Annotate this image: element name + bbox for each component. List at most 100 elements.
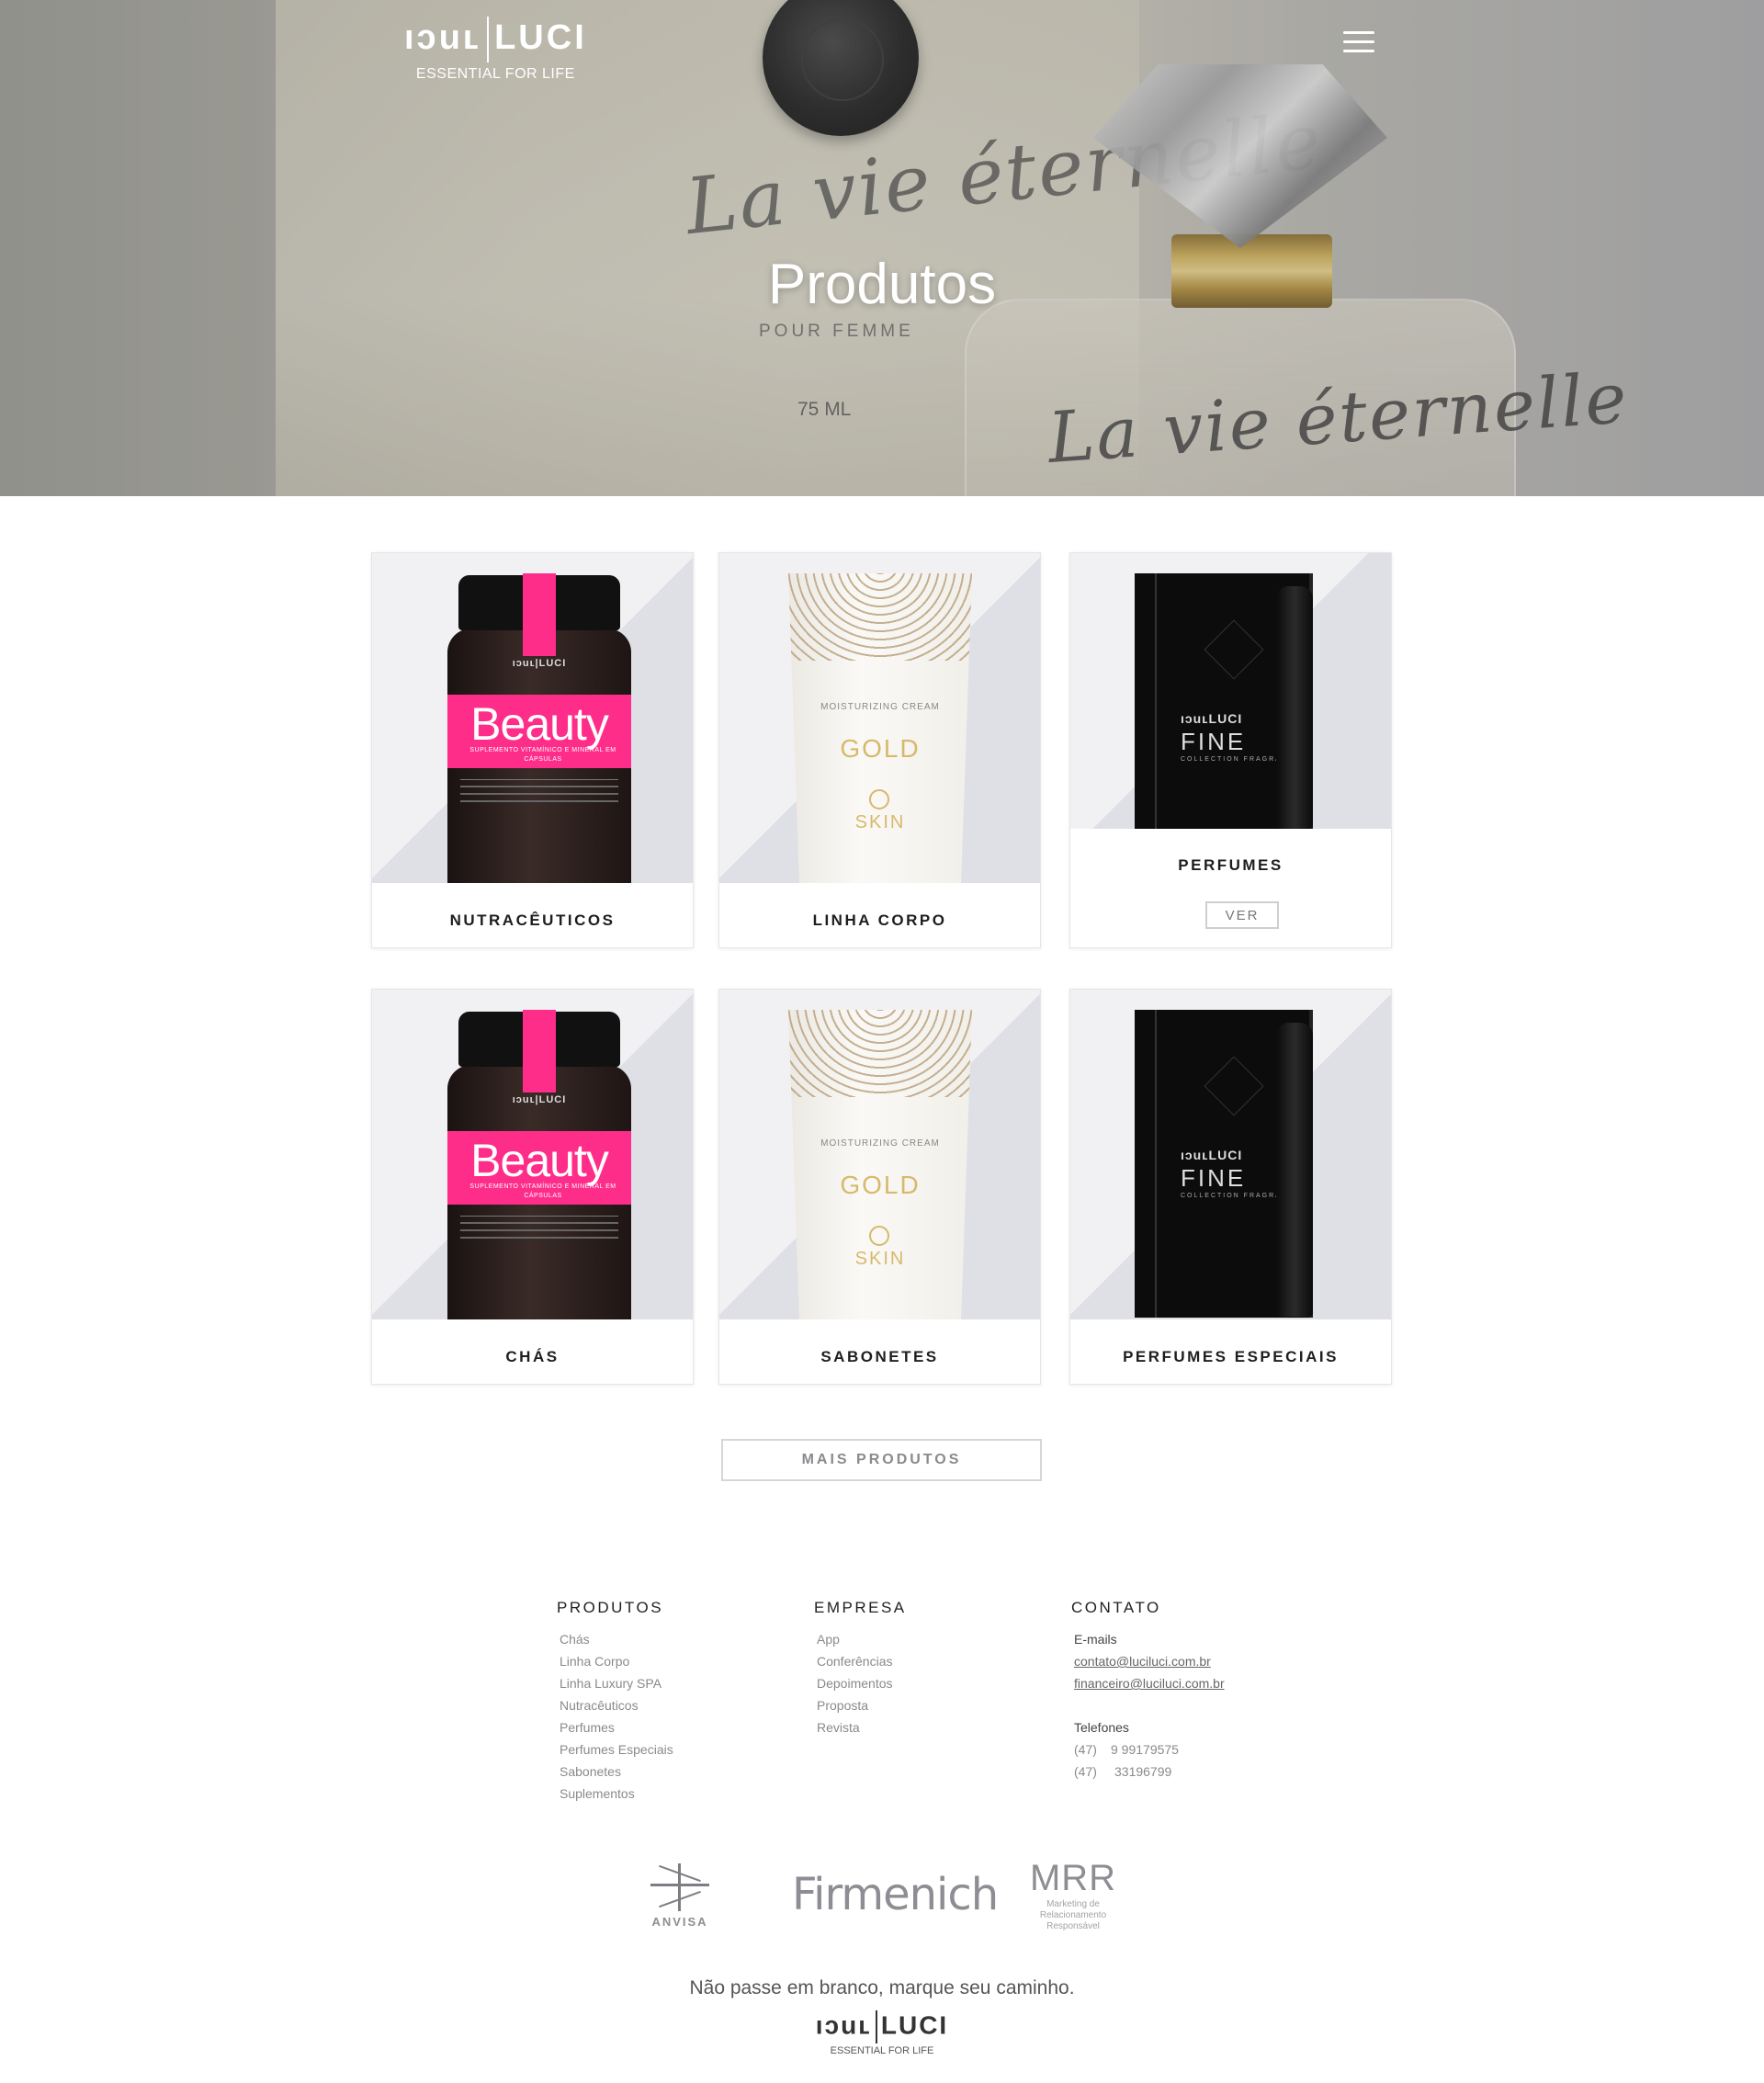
site-logo[interactable]: ıɔuʟ LUCI ESSENTIAL FOR LIFE (404, 17, 587, 83)
phone-1: (47) 9 99179575 (1074, 1738, 1225, 1760)
anvisa-logo: ANVISA (643, 1863, 717, 1929)
footer-heading-empresa: EMPRESA (814, 1599, 907, 1616)
anvisa-word: ANVISA (651, 1915, 708, 1929)
footer-link-nutraceuticos[interactable]: Nutracêuticos (560, 1694, 673, 1716)
jar-label: Beauty SUPLEMENTO VITAMÍNICO E MINERAL EM… (447, 1131, 631, 1205)
product-label: SABONETES (820, 1348, 939, 1365)
footer-produtos: PRODUTOS Chás Linha Corpo Linha Luxury S… (557, 1599, 673, 1805)
jar-label: Beauty SUPLEMENTO VITAMÍNICO E MINERAL EM… (447, 695, 631, 768)
email-link-contato[interactable]: contato@luciluci.com.br (1074, 1650, 1225, 1672)
footer-link-revista[interactable]: Revista (817, 1716, 907, 1738)
footer-link-conferencias[interactable]: Conferências (817, 1650, 907, 1672)
box-word: FINE (1181, 728, 1247, 755)
logo-divider (487, 17, 490, 62)
tube-text-top: MOISTURIZING CREAM (820, 1138, 940, 1149)
footer-link-linha-corpo[interactable]: Linha Corpo (560, 1650, 673, 1672)
mrr-logo: MRR Marketing de Relacionamento Responsá… (1027, 1858, 1119, 1932)
product-card-nutraceuticos[interactable]: ıɔuʟ|LUCI Beauty SUPLEMENTO VITAMÍNICO E … (371, 552, 694, 948)
footer-heading-contato: CONTATO (1071, 1599, 1161, 1616)
footer-link-app[interactable]: App (817, 1628, 907, 1650)
tube-text-top: MOISTURIZING CREAM (820, 702, 940, 712)
perfume-flask-image (1276, 586, 1313, 829)
footer-heading-produtos: PRODUTOS (557, 1599, 664, 1616)
logo-right: LUCI (494, 18, 587, 58)
footer-logo-mark: ıɔuʟ LUCI (0, 2010, 1764, 2043)
product-card-sabonetes[interactable]: MOISTURIZING CREAM GOLD SKIN SABONETES (718, 989, 1041, 1385)
supplement-jar-image: ıɔuʟ|LUCI Beauty SUPLEMENTO VITAMÍNICO E … (447, 573, 631, 883)
tube-text-skin: SKIN (854, 1249, 906, 1269)
hero-banner: La vie éternelle POUR FEMME 75 ML La vie… (0, 0, 1764, 496)
perfume-flask-image (1276, 1023, 1313, 1317)
box-brand: ıɔuʟLUCI (1181, 1148, 1243, 1162)
footer-logo[interactable]: ıɔuʟ LUCI ESSENTIAL FOR LIFE (0, 2010, 1764, 2056)
footer-logo-left: ıɔuʟ (815, 2010, 872, 2040)
footer-contato: CONTATO E-mails contato@luciluci.com.br … (1071, 1599, 1225, 1783)
email-link-financeiro[interactable]: financeiro@luciluci.com.br (1074, 1672, 1225, 1694)
product-image: ıɔuʟLUCI FINE COLLECTION FRAGRANCE (1070, 990, 1391, 1319)
jar-seal-tape (523, 573, 556, 656)
product-image: ıɔuʟ|LUCI Beauty SUPLEMENTO VITAMÍNICO E … (372, 990, 693, 1319)
product-label: NUTRACÊUTICOS (449, 911, 616, 929)
ver-button[interactable]: VER (1205, 901, 1279, 929)
footer-link-sabonetes[interactable]: Sabonetes (560, 1760, 673, 1783)
footer-link-depoimentos[interactable]: Depoimentos (817, 1672, 907, 1694)
mrr-subtitle: Marketing de Relacionamento Responsável (1039, 1899, 1107, 1931)
jar-word: Beauty (470, 1135, 609, 1186)
footer-link-perfumes-especiais[interactable]: Perfumes Especiais (560, 1738, 673, 1760)
logo-tagline: ESSENTIAL FOR LIFE (415, 66, 575, 82)
product-image: MOISTURIZING CREAM GOLD SKIN (719, 553, 1040, 883)
product-card-perfumes[interactable]: ıɔuʟLUCI FINE COLLECTION FRAGRANCE PERFU… (1069, 552, 1392, 948)
product-image: ıɔuʟLUCI FINE COLLECTION FRAGRANCE (1070, 553, 1391, 829)
phone-number: 9 99179575 (1111, 1742, 1179, 1757)
box-ornament (1204, 619, 1264, 680)
footer-link-suplementos[interactable]: Suplementos (560, 1783, 673, 1805)
footer-logo-divider (875, 2010, 877, 2043)
logo-mark: ıɔuʟ LUCI (404, 17, 587, 62)
jar-brand: ıɔuʟ|LUCI (512, 658, 567, 669)
phone-2: (47) 33196799 (1074, 1760, 1225, 1783)
box-edge (1155, 1010, 1157, 1318)
hamburger-menu-icon[interactable] (1343, 31, 1374, 53)
footer-link-perfumes[interactable]: Perfumes (560, 1716, 673, 1738)
jar-brand: ıɔuʟ|LUCI (512, 1094, 567, 1105)
tube-emblem (869, 789, 889, 809)
product-image: ıɔuʟ|LUCI Beauty SUPLEMENTO VITAMÍNICO E … (372, 553, 693, 883)
jar-word: Beauty (470, 698, 609, 750)
tube-lace-pattern (788, 1010, 972, 1097)
jar-fine-print (460, 779, 618, 810)
footer-link-linha-luxury-spa[interactable]: Linha Luxury SPA (560, 1672, 673, 1694)
anvisa-symbol-icon (650, 1863, 709, 1911)
tube-lace-pattern (788, 573, 972, 661)
product-label: PERFUMES (1178, 856, 1283, 874)
footer-logo-right: LUCI (880, 2010, 949, 2040)
product-card-perfumes-especiais[interactable]: ıɔuʟLUCI FINE COLLECTION FRAGRANCE PERFU… (1069, 989, 1392, 1385)
footer-empresa: EMPRESA App Conferências Depoimentos Pro… (814, 1599, 907, 1738)
supplement-jar-image: ıɔuʟ|LUCI Beauty SUPLEMENTO VITAMÍNICO E … (447, 1010, 631, 1319)
more-products-button[interactable]: MAIS PRODUTOS (721, 1439, 1042, 1481)
footer-link-proposta[interactable]: Proposta (817, 1694, 907, 1716)
box-edge (1155, 573, 1157, 829)
product-card-linha-corpo[interactable]: MOISTURIZING CREAM GOLD SKIN LINHA CORPO (718, 552, 1041, 948)
jar-sub: SUPLEMENTO VITAMÍNICO E MINERAL EM CÁPSU… (469, 1183, 616, 1199)
tube-text-gold: GOLD (840, 1171, 921, 1199)
phone-area: (47) (1074, 1764, 1097, 1779)
product-card-chas[interactable]: ıɔuʟ|LUCI Beauty SUPLEMENTO VITAMÍNICO E … (371, 989, 694, 1385)
box-word: FINE (1181, 1164, 1247, 1192)
jar-seal-tape (523, 1010, 556, 1092)
phone-area: (47) (1074, 1742, 1097, 1757)
firmenich-logo: Firmenich (792, 1869, 999, 1920)
logo-left: ıɔuʟ (404, 18, 482, 58)
emails-label: E-mails (1074, 1632, 1117, 1647)
product-label: LINHA CORPO (812, 911, 947, 929)
page-title: Produtos (767, 252, 997, 316)
phones-label: Telefones (1074, 1720, 1129, 1735)
cream-tube-image: MOISTURIZING CREAM GOLD SKIN (788, 1010, 972, 1319)
menu-line (1343, 40, 1374, 43)
footer-slogan: Não passe em branco, marque seu caminho. (689, 1977, 1075, 1998)
menu-line (1343, 31, 1374, 34)
tube-emblem (869, 1226, 889, 1246)
tube-text-gold: GOLD (840, 734, 921, 763)
product-label: PERFUMES ESPECIAIS (1123, 1348, 1339, 1365)
footer-link-chas[interactable]: Chás (560, 1628, 673, 1650)
hero-overlay (0, 0, 1764, 496)
